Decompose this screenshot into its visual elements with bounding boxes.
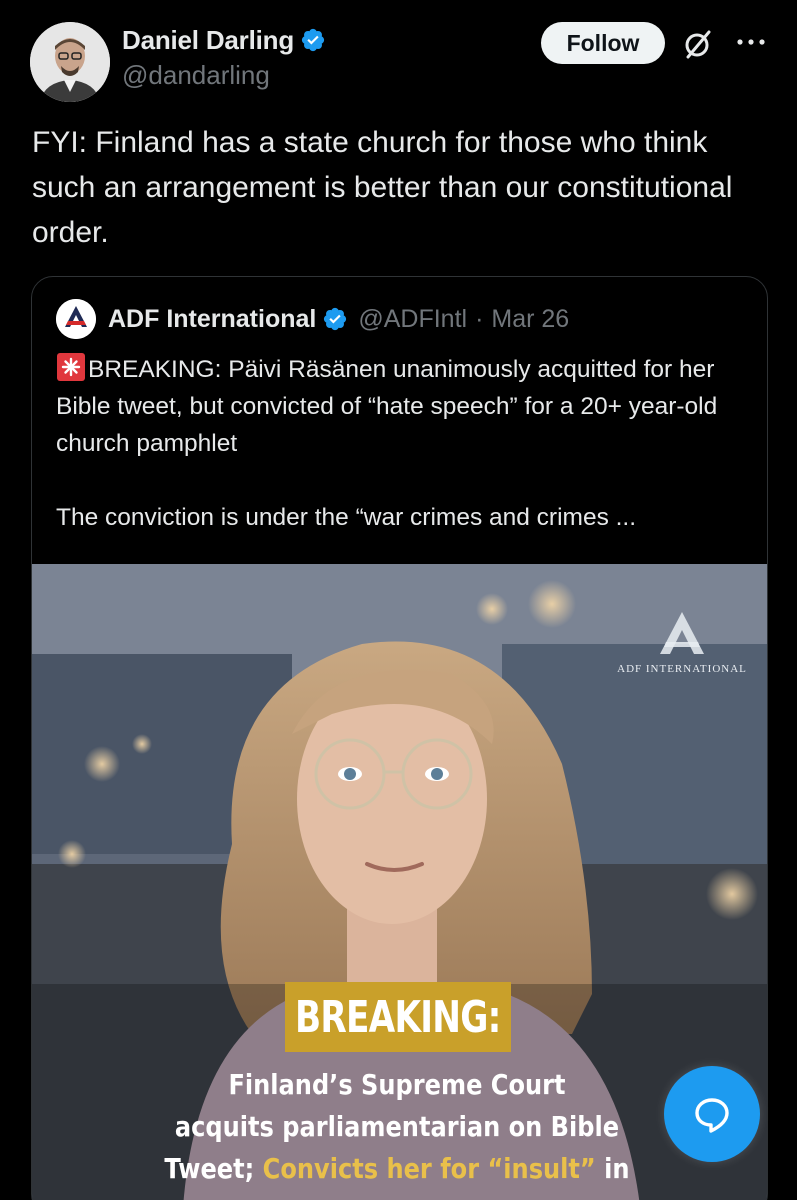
follow-button[interactable]: Follow bbox=[541, 22, 665, 64]
quote-author-name[interactable]: ADF International bbox=[108, 305, 316, 334]
quote-text: BREAKING: Päivi Räsänen unanimously acqu… bbox=[56, 351, 746, 536]
adf-watermark-text: ADF INTERNATIONAL bbox=[617, 663, 747, 675]
headline-line-3: Tweet; Convicts her for “insult” in bbox=[135, 1148, 660, 1190]
headline-line-2: acquits parliamentarian on Bible bbox=[174, 1110, 620, 1143]
author-name[interactable]: Daniel Darling bbox=[122, 25, 294, 56]
headline-line-3c: in bbox=[604, 1152, 630, 1185]
breaking-badge: BREAKING: bbox=[285, 982, 511, 1052]
grok-icon[interactable] bbox=[680, 26, 716, 62]
headline-line-3a: Tweet; bbox=[164, 1152, 255, 1185]
more-icon[interactable] bbox=[736, 36, 766, 48]
headline-line-1: Finland’s Supreme Court bbox=[228, 1068, 566, 1101]
reply-fab-button[interactable] bbox=[664, 1066, 760, 1162]
tweet-text: FYI: Finland has a state church for thos… bbox=[32, 126, 733, 249]
chat-bubble-icon bbox=[695, 1098, 729, 1133]
adf-watermark: ADF INTERNATIONAL bbox=[607, 610, 757, 675]
quote-text-line-2: The conviction is under the “war crimes … bbox=[56, 504, 637, 531]
quote-header: ADF International @ADFIntl · Mar 26 bbox=[56, 299, 569, 339]
siren-emoji-icon bbox=[57, 353, 85, 381]
author-avatar[interactable] bbox=[30, 22, 110, 102]
media-headline: Finland’s Supreme Court acquits parliame… bbox=[92, 1064, 702, 1190]
separator-dot: · bbox=[475, 304, 484, 333]
tweet-header: Daniel Darling @dandarling Follow bbox=[30, 22, 797, 102]
headline-line-3b: Convicts her for “insult” bbox=[262, 1152, 596, 1185]
verified-badge-icon bbox=[324, 307, 347, 331]
quote-author-handle[interactable]: @ADFIntl bbox=[358, 305, 467, 334]
quote-tweet-card[interactable]: ADF International @ADFIntl · Mar 26 BREA… bbox=[31, 276, 768, 1200]
quote-media-image[interactable]: ADF INTERNATIONAL BREAKING: Finland’s Su… bbox=[32, 564, 767, 1200]
quote-author-avatar[interactable] bbox=[56, 299, 96, 339]
quote-text-line-1: BREAKING: Päivi Räsänen unanimously acqu… bbox=[56, 356, 718, 457]
adf-logo-icon bbox=[660, 612, 704, 654]
verified-badge-icon bbox=[301, 28, 325, 52]
quote-date[interactable]: Mar 26 bbox=[491, 305, 569, 334]
author-handle[interactable]: @dandarling bbox=[122, 60, 326, 91]
breaking-badge-text: BREAKING: bbox=[295, 991, 501, 1043]
